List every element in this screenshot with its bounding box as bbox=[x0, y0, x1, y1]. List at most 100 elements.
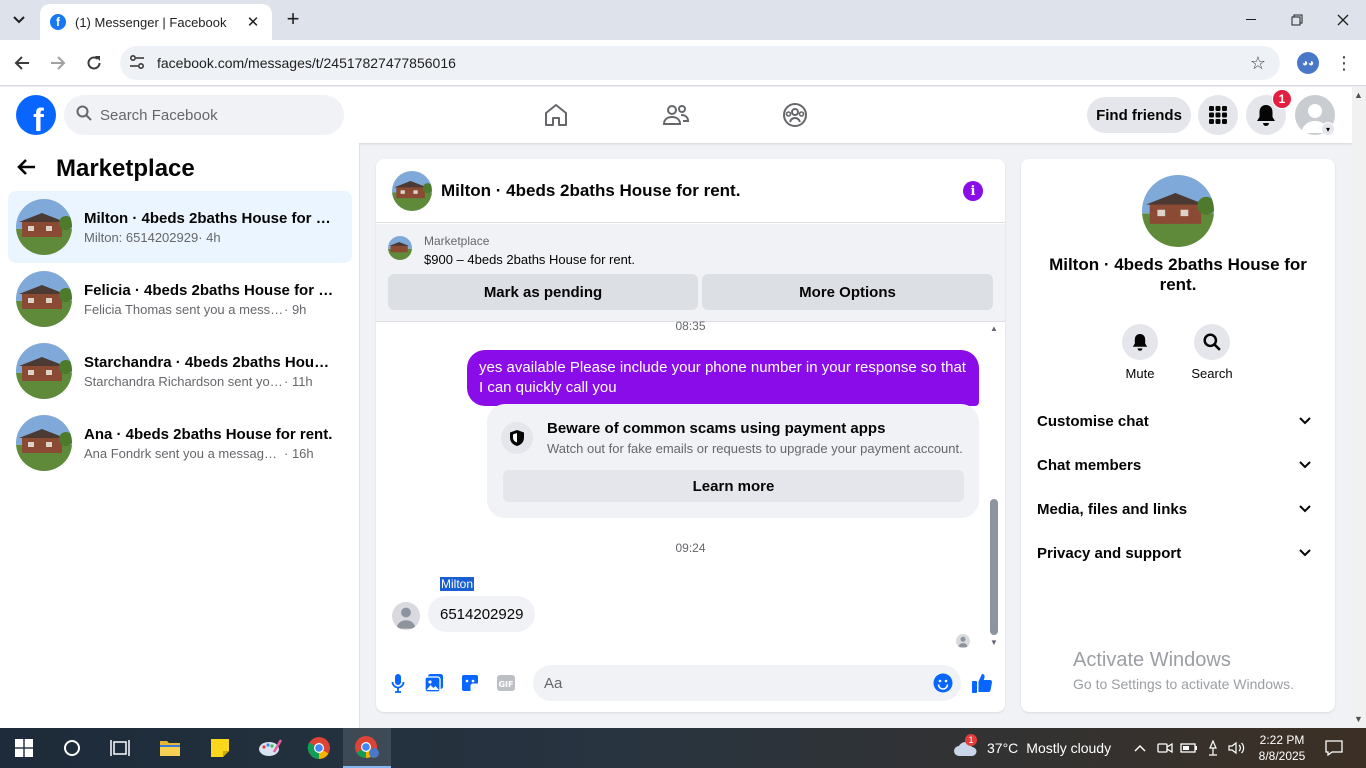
search-icon bbox=[1203, 333, 1221, 351]
activate-windows-watermark: Activate Windows Go to Settings to activ… bbox=[1073, 649, 1294, 692]
incoming-message[interactable]: 6514202929 bbox=[428, 596, 536, 632]
tab-close-icon[interactable]: ✕ bbox=[244, 13, 262, 31]
minimize-icon bbox=[1246, 19, 1256, 20]
sticker-icon[interactable] bbox=[458, 671, 482, 695]
taskbar-clock[interactable]: 2:22 PM 8/8/2025 bbox=[1254, 732, 1310, 764]
network-icon[interactable] bbox=[1203, 728, 1223, 768]
nav-friends[interactable] bbox=[658, 97, 694, 133]
file-explorer-button[interactable] bbox=[146, 728, 194, 768]
taskbar-search-button[interactable] bbox=[48, 728, 96, 768]
search-action[interactable]: Search bbox=[1182, 324, 1242, 381]
nav-home[interactable] bbox=[538, 97, 574, 133]
windows-logo-icon bbox=[15, 739, 33, 757]
tab-search-button[interactable] bbox=[6, 7, 32, 33]
chat-members-row[interactable]: Chat members bbox=[1037, 443, 1319, 487]
volume-icon[interactable] bbox=[1227, 728, 1247, 768]
conversation-item[interactable]: Ana · 4beds 2baths House for rent. Ana F… bbox=[8, 407, 352, 479]
chat-title[interactable]: Milton · 4beds 2baths House for rent. bbox=[441, 181, 740, 201]
chat-info-panel: Milton · 4beds 2baths House for rent. Mu… bbox=[1021, 159, 1335, 712]
minimize-button[interactable] bbox=[1228, 0, 1274, 40]
conversation-photo[interactable] bbox=[1142, 175, 1214, 247]
back-arrow-icon[interactable] bbox=[16, 156, 46, 182]
meet-now-icon[interactable] bbox=[1155, 728, 1175, 768]
conversation-name: Ana · 4beds 2baths House for rent. bbox=[84, 425, 333, 443]
close-window-button[interactable] bbox=[1320, 0, 1366, 40]
info-icon[interactable]: i bbox=[963, 181, 983, 201]
weather-widget[interactable]: 1 37°C Mostly cloudy bbox=[953, 728, 1111, 768]
conversation-item[interactable]: Felicia · 4beds 2baths House for rent. F… bbox=[8, 263, 352, 335]
paint-app-button[interactable] bbox=[246, 728, 294, 768]
listing-thumbnail[interactable] bbox=[388, 236, 412, 260]
chat-scrollbar-thumb[interactable] bbox=[990, 499, 998, 635]
reload-button[interactable] bbox=[81, 50, 107, 76]
listing-price-title[interactable]: $900 – 4beds 2baths House for rent. bbox=[424, 252, 635, 267]
bookmark-star-icon[interactable]: ☆ bbox=[1246, 53, 1270, 74]
groups-icon bbox=[783, 103, 807, 127]
start-button[interactable] bbox=[0, 728, 48, 768]
home-icon bbox=[545, 104, 567, 126]
scroll-up-arrow[interactable]: ▲ bbox=[989, 324, 999, 333]
clock-date: 8/8/2025 bbox=[1258, 749, 1306, 763]
browser-toolbar: facebook.com/messages/t/2451782747785601… bbox=[0, 40, 1366, 86]
message-composer: GIF bbox=[376, 659, 1005, 712]
photo-attach-icon[interactable] bbox=[422, 671, 446, 695]
address-bar[interactable]: facebook.com/messages/t/2451782747785601… bbox=[120, 46, 1280, 80]
message-input[interactable] bbox=[544, 674, 914, 692]
facebook-search-input[interactable] bbox=[100, 106, 320, 124]
learn-more-button[interactable]: Learn more bbox=[503, 470, 964, 502]
activate-subtitle: Go to Settings to activate Windows. bbox=[1073, 676, 1294, 692]
find-friends-button[interactable]: Find friends bbox=[1087, 97, 1191, 133]
scroll-down-arrow[interactable]: ▼ bbox=[989, 638, 999, 647]
conversation-preview: Ana Fondrk sent you a message about your… bbox=[84, 445, 284, 461]
sender-avatar[interactable] bbox=[392, 602, 420, 630]
battery-icon[interactable] bbox=[1179, 728, 1199, 768]
new-tab-button[interactable]: + bbox=[282, 8, 304, 30]
emoji-icon[interactable] bbox=[931, 671, 955, 695]
gif-icon[interactable]: GIF bbox=[494, 671, 518, 695]
outgoing-message[interactable]: yes available Please include your phone … bbox=[467, 350, 979, 406]
browser-menu-icon[interactable]: ⋮ bbox=[1334, 50, 1354, 76]
conversation-name-heading: Milton · 4beds 2baths House for rent. bbox=[1049, 255, 1307, 294]
site-info-icon[interactable] bbox=[129, 54, 149, 72]
mark-as-pending-button[interactable]: Mark as pending bbox=[388, 274, 698, 310]
browser-tab-messenger[interactable]: f (1) Messenger | Facebook ✕ bbox=[40, 4, 272, 40]
mute-action[interactable]: Mute bbox=[1110, 324, 1170, 381]
facebook-search[interactable] bbox=[64, 95, 344, 135]
account-caret-icon[interactable]: ▾ bbox=[1321, 122, 1335, 136]
page-scrollbar[interactable]: ▲ ▼ bbox=[1352, 87, 1366, 728]
conversation-time: · 11h bbox=[284, 373, 313, 389]
nav-groups[interactable] bbox=[777, 97, 813, 133]
chat-house-thumbnail[interactable] bbox=[392, 170, 432, 211]
reload-icon bbox=[87, 56, 101, 70]
browser-profile-avatar[interactable]: ◕◕ bbox=[1297, 52, 1319, 74]
restore-button[interactable] bbox=[1274, 0, 1320, 40]
back-button[interactable] bbox=[9, 50, 35, 76]
folder-icon bbox=[160, 741, 180, 756]
tray-overflow-icon[interactable] bbox=[1130, 728, 1150, 768]
forward-button[interactable] bbox=[45, 50, 71, 76]
thumbs-up-icon[interactable] bbox=[970, 671, 994, 695]
facebook-logo[interactable]: f bbox=[16, 95, 56, 135]
message-input-box[interactable] bbox=[533, 665, 961, 701]
page-scroll-down-arrow[interactable]: ▼ bbox=[1354, 714, 1363, 724]
conversation-item[interactable]: Milton · 4beds 2baths House for rent. Mi… bbox=[8, 191, 352, 263]
chat-header: Milton · 4beds 2baths House for rent. i bbox=[376, 159, 1005, 223]
chrome-taskbar-button[interactable] bbox=[295, 728, 343, 768]
media-files-links-row[interactable]: Media, files and links bbox=[1037, 487, 1319, 531]
more-options-button[interactable]: More Options bbox=[702, 274, 993, 310]
menu-button[interactable] bbox=[1198, 95, 1238, 135]
microphone-icon[interactable] bbox=[386, 671, 410, 695]
task-view-button[interactable] bbox=[96, 728, 144, 768]
page-scroll-up-arrow[interactable]: ▲ bbox=[1354, 90, 1363, 100]
notification-center-icon[interactable] bbox=[1320, 728, 1348, 768]
conversation-item[interactable]: Starchandra · 4beds 2baths House for ren… bbox=[8, 335, 352, 407]
search-label: Search bbox=[1191, 366, 1233, 381]
customise-chat-row[interactable]: Customise chat bbox=[1037, 399, 1319, 443]
sticky-notes-button[interactable] bbox=[196, 728, 244, 768]
facebook-favicon-icon: f bbox=[50, 14, 66, 30]
cortana-circle-icon bbox=[64, 740, 80, 756]
privacy-support-row[interactable]: Privacy and support bbox=[1037, 531, 1319, 575]
row-label: Customise chat bbox=[1037, 412, 1149, 430]
sender-name: Milton bbox=[440, 577, 475, 591]
chrome-active-window-button[interactable] bbox=[343, 728, 391, 768]
